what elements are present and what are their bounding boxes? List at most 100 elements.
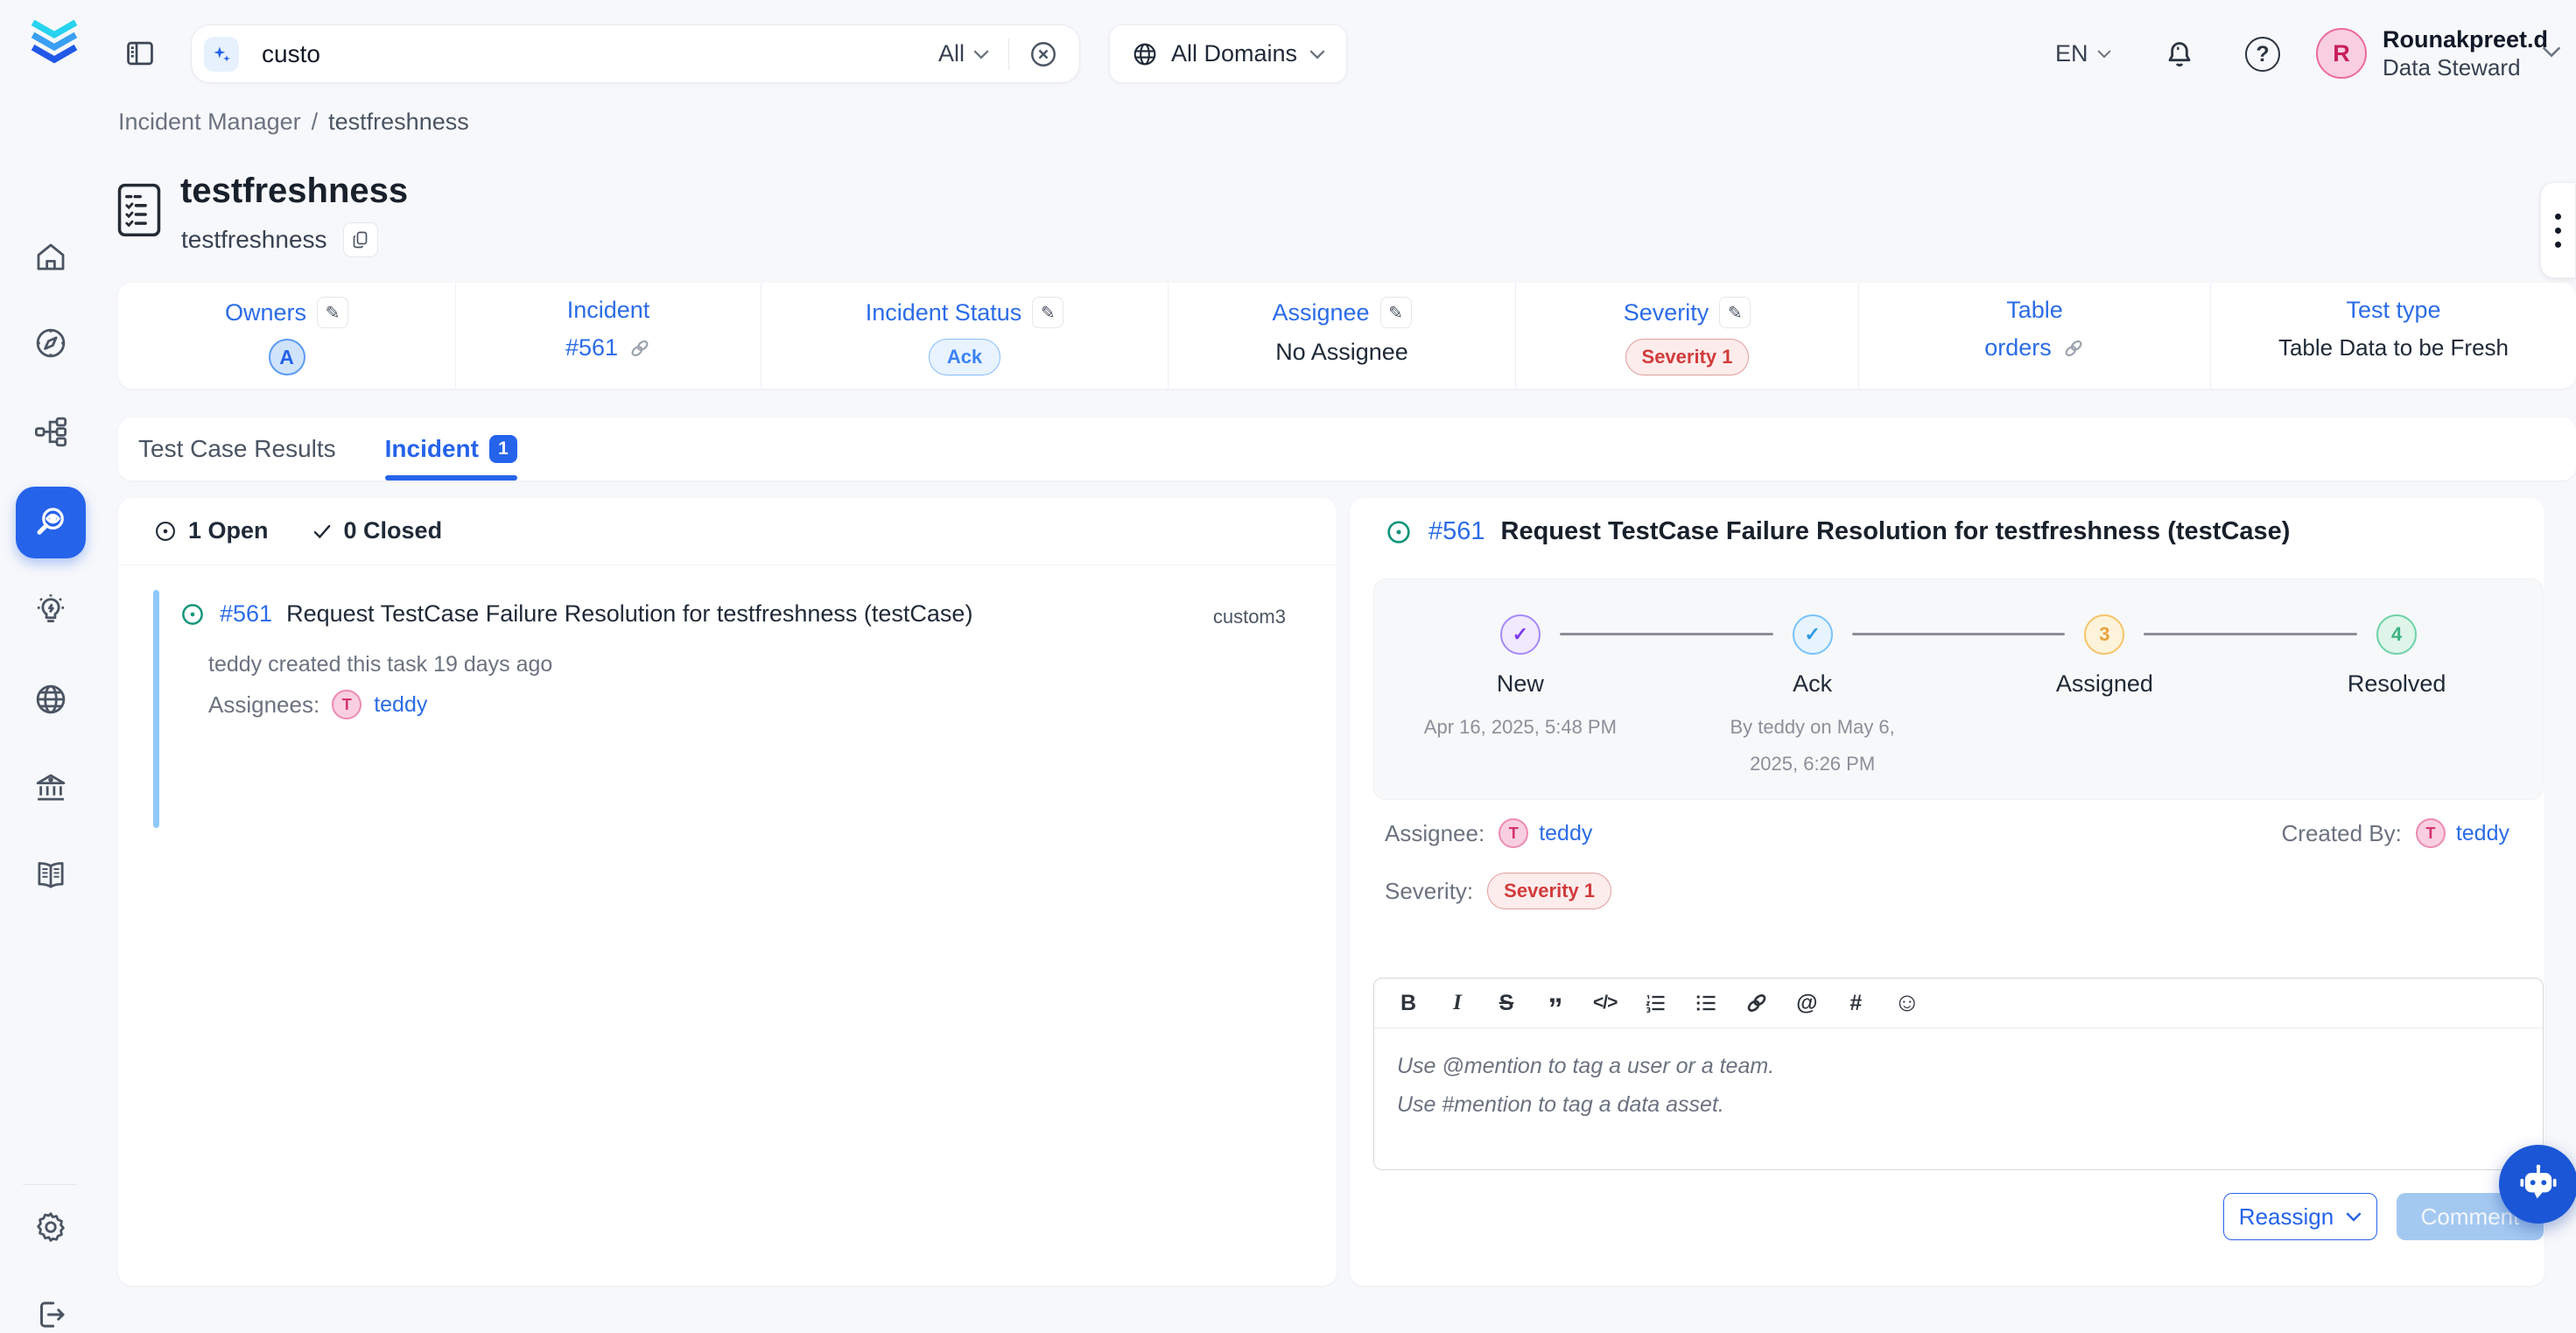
- copy-icon[interactable]: [343, 222, 378, 257]
- unordered-list-icon[interactable]: [1694, 989, 1718, 1017]
- assignees-label: Assignees:: [208, 691, 319, 719]
- tab-incident[interactable]: Incident 1: [385, 417, 517, 481]
- item-id-link[interactable]: #561: [220, 600, 272, 628]
- sidebar-item-observability[interactable]: [16, 487, 86, 558]
- open-count[interactable]: 1 Open: [153, 517, 269, 544]
- link-icon[interactable]: [2062, 337, 2085, 360]
- breadcrumb-parent[interactable]: Incident Manager: [118, 109, 301, 136]
- edit-owners-icon[interactable]: ✎: [317, 297, 348, 328]
- bold-icon[interactable]: B: [1397, 989, 1420, 1017]
- test-type-label: Test type: [2346, 297, 2440, 324]
- created-by-label: Created By:: [2282, 820, 2402, 847]
- sidebar-item-discover[interactable]: [32, 325, 69, 361]
- search-divider: [1008, 39, 1009, 70]
- tabs-bar: Test Case Results Incident 1: [118, 417, 2576, 481]
- emoji-icon[interactable]: ☺: [1893, 989, 1920, 1017]
- language-label: EN: [2055, 40, 2088, 67]
- testcase-document-icon: [116, 181, 162, 239]
- assignee-name-link[interactable]: teddy: [374, 692, 427, 718]
- edit-assignee-icon[interactable]: ✎: [1380, 297, 1412, 328]
- code-icon[interactable]: </>: [1593, 989, 1617, 1017]
- link-icon[interactable]: [1744, 989, 1769, 1017]
- step-ack-marker: ✓: [1793, 614, 1833, 655]
- sidebar-divider: [23, 1184, 77, 1185]
- language-selector[interactable]: EN: [2055, 40, 2111, 67]
- user-avatar[interactable]: R: [2316, 28, 2367, 79]
- step-new: ✓ New Apr 16, 2025, 5:48 PM: [1374, 579, 1667, 799]
- detail-assignee-avatar[interactable]: T: [1499, 818, 1528, 848]
- editor-toolbar: B I S ” </>: [1374, 979, 2543, 1028]
- item-meta: teddy created this task 19 days ago: [208, 652, 552, 677]
- owner-avatar[interactable]: A: [269, 339, 305, 375]
- status-badge: Ack: [929, 339, 1000, 375]
- blockquote-icon[interactable]: ”: [1544, 989, 1567, 1017]
- severity-badge: Severity 1: [1625, 339, 1750, 375]
- ai-sparkle-icon[interactable]: [204, 37, 239, 72]
- incident-stepper: ✓ New Apr 16, 2025, 5:48 PM ✓ Ack By ted…: [1373, 579, 2544, 800]
- edit-severity-icon[interactable]: ✎: [1719, 297, 1751, 328]
- sidebar-item-docs[interactable]: [32, 857, 69, 894]
- assignee-avatar[interactable]: T: [332, 690, 361, 719]
- incident-count-badge: 1: [489, 435, 517, 463]
- step-connector: [1852, 633, 2066, 635]
- closed-count[interactable]: 0 Closed: [311, 517, 443, 544]
- incident-status-label: Incident Status: [866, 299, 1022, 326]
- owners-label: Owners: [225, 299, 306, 326]
- sidebar-item-web[interactable]: [32, 681, 69, 718]
- global-search: All: [191, 25, 1080, 83]
- italic-icon[interactable]: I: [1446, 989, 1469, 1017]
- sidebar-item-logout[interactable]: [32, 1296, 69, 1333]
- sidebar-item-insights[interactable]: [32, 592, 69, 628]
- detail-assignee-name[interactable]: teddy: [1539, 821, 1592, 846]
- user-menu-chevron-icon[interactable]: [2542, 46, 2561, 58]
- item-tag: custom3: [1213, 606, 1286, 628]
- sidebar-item-settings[interactable]: [32, 1209, 69, 1245]
- ordered-list-icon[interactable]: [1643, 989, 1667, 1017]
- table-link[interactable]: orders: [1984, 334, 2052, 361]
- domains-dropdown[interactable]: All Domains: [1109, 25, 1347, 83]
- sidebar-item-home[interactable]: [32, 239, 69, 276]
- hashtag-icon[interactable]: #: [1844, 989, 1867, 1017]
- monitor-search-icon: [31, 502, 71, 543]
- more-options-kebab-button[interactable]: [2540, 182, 2576, 278]
- edit-status-icon[interactable]: ✎: [1032, 297, 1063, 328]
- help-icon[interactable]: ?: [2245, 37, 2280, 72]
- chatbot-fab[interactable]: [2499, 1145, 2576, 1224]
- breadcrumb: Incident Manager / testfreshness: [118, 109, 469, 136]
- step-resolved-marker: 4: [2376, 614, 2417, 655]
- breadcrumb-current: testfreshness: [328, 109, 469, 136]
- comment-input[interactable]: Use @mention to tag a user or a team. Us…: [1374, 1028, 2543, 1144]
- link-icon[interactable]: [628, 337, 651, 360]
- step-assigned: 3 Assigned: [1959, 579, 2251, 799]
- robot-icon: [2514, 1160, 2563, 1209]
- reassign-button[interactable]: Reassign: [2223, 1193, 2377, 1240]
- page-subtitle: testfreshness: [181, 226, 327, 254]
- test-type-value: Table Data to be Fresh: [2278, 334, 2509, 361]
- step-assigned-marker: 3: [2084, 614, 2124, 655]
- app-logo-icon[interactable]: [25, 11, 84, 70]
- search-input[interactable]: [262, 40, 938, 68]
- sidebar-item-governance[interactable]: [32, 769, 69, 806]
- incident-number-link[interactable]: #561: [565, 334, 618, 361]
- step-ack: ✓ Ack By teddy on May 6, 2025, 6:26 PM: [1667, 579, 1959, 799]
- search-scope-dropdown[interactable]: All: [938, 40, 989, 67]
- strikethrough-icon[interactable]: S: [1495, 989, 1518, 1017]
- search-clear-icon[interactable]: [1028, 39, 1058, 69]
- assignee-label: Assignee: [1272, 299, 1369, 326]
- open-incident-icon: [1385, 518, 1413, 546]
- comment-editor[interactable]: B I S ” </>: [1373, 978, 2544, 1170]
- created-by-avatar[interactable]: T: [2416, 818, 2446, 848]
- assignee-value: No Assignee: [1275, 339, 1408, 366]
- sidebar-item-lineage[interactable]: [32, 413, 69, 450]
- created-by-name[interactable]: teddy: [2456, 821, 2509, 846]
- tab-test-case-results[interactable]: Test Case Results: [138, 417, 336, 481]
- sidebar-toggle-icon[interactable]: [123, 37, 157, 70]
- open-incident-icon: [179, 601, 206, 628]
- page-title: testfreshness: [180, 172, 408, 211]
- mention-icon[interactable]: @: [1795, 989, 1818, 1017]
- editor-placeholder-line2: Use #mention to tag a data asset.: [1397, 1086, 2520, 1125]
- detail-assignee-label: Assignee:: [1385, 820, 1485, 847]
- user-name: Rounakpreet.d: [2383, 26, 2548, 53]
- detail-id-link[interactable]: #561: [1428, 517, 1485, 546]
- notifications-bell-icon[interactable]: [2162, 37, 2197, 72]
